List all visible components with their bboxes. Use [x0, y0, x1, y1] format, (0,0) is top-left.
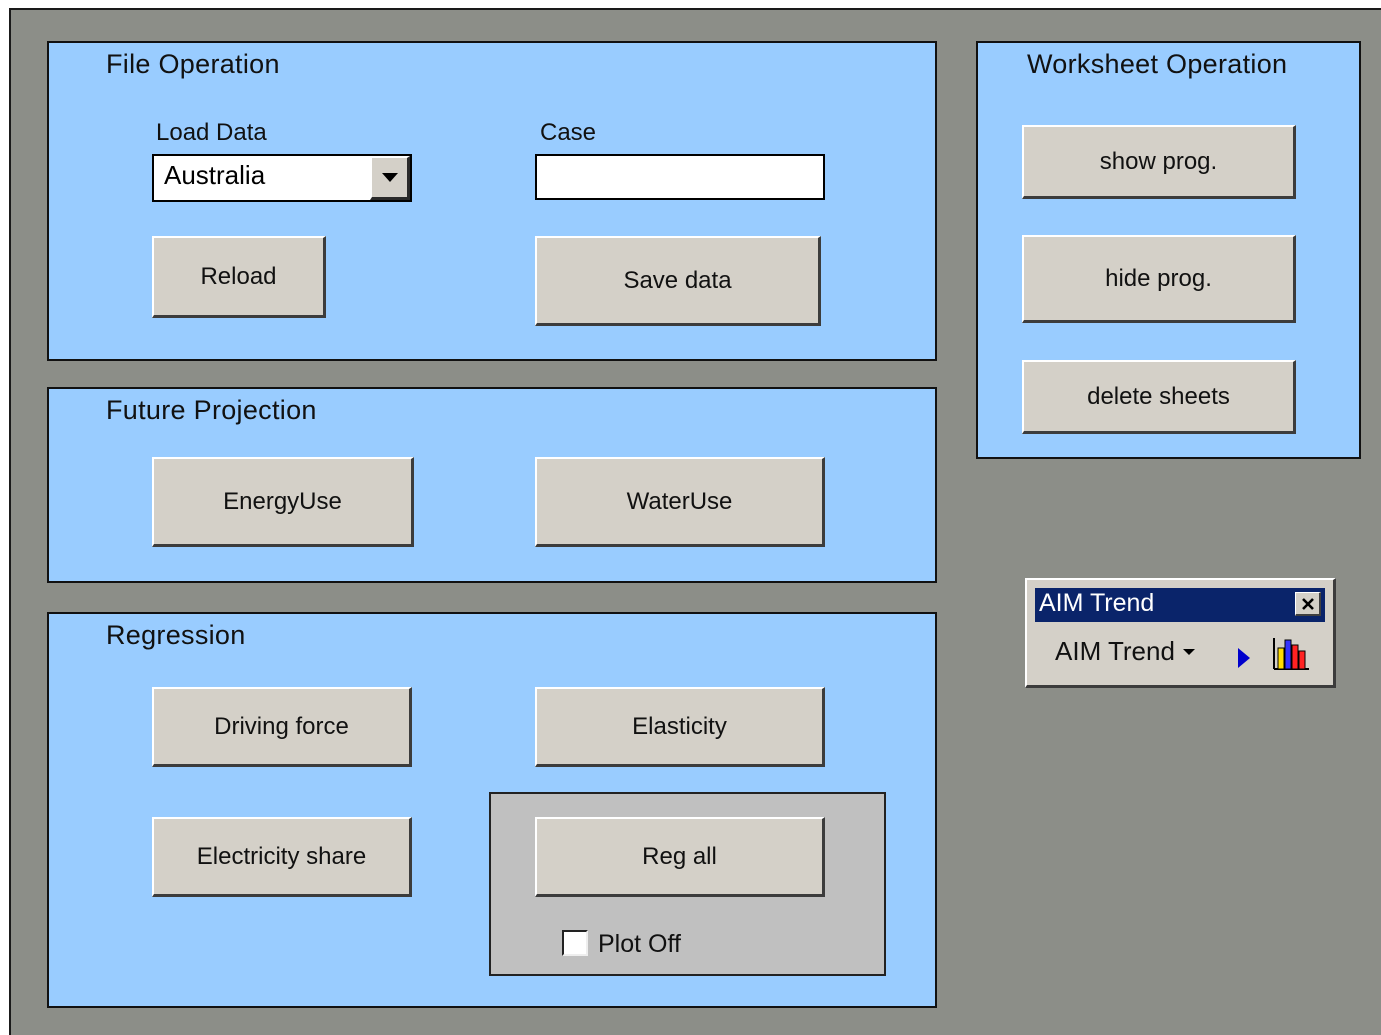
- load-data-dropdown[interactable]: Australia: [152, 154, 412, 202]
- regression-panel: Regression Driving force Elasticity Elec…: [47, 612, 937, 1008]
- toolbar-title: AIM Trend: [1039, 589, 1155, 617]
- worksheet-operation-title: Worksheet Operation: [1027, 49, 1288, 79]
- plot-off-label: Plot Off: [598, 930, 681, 958]
- elasticity-button[interactable]: Elasticity: [535, 687, 825, 767]
- aim-trend-menu[interactable]: AIM Trend: [1055, 636, 1195, 667]
- bar-chart-icon[interactable]: [1271, 636, 1311, 672]
- dropdown-arrow-icon[interactable]: [370, 156, 410, 200]
- load-data-label: Load Data: [156, 119, 267, 146]
- load-data-value: Australia: [164, 160, 266, 190]
- reg-all-group: Reg all Plot Off: [489, 792, 886, 976]
- save-data-button[interactable]: Save data: [535, 236, 821, 326]
- reload-button[interactable]: Reload: [152, 236, 326, 318]
- worksheet-operation-panel: Worksheet Operation show prog. hide prog…: [976, 41, 1361, 459]
- aim-trend-menu-label: AIM Trend: [1055, 636, 1175, 666]
- close-icon[interactable]: [1295, 592, 1321, 616]
- file-operation-panel: File Operation Load Data Australia Case …: [47, 41, 937, 361]
- case-input[interactable]: [535, 154, 825, 200]
- electricity-share-button[interactable]: Electricity share: [152, 817, 412, 897]
- regression-title: Regression: [106, 620, 246, 650]
- future-projection-panel: Future Projection EnergyUse WaterUse: [47, 387, 937, 583]
- toolbar-titlebar[interactable]: AIM Trend: [1035, 588, 1325, 622]
- water-use-button[interactable]: WaterUse: [535, 457, 825, 547]
- reg-all-button[interactable]: Reg all: [535, 817, 825, 897]
- future-projection-title: Future Projection: [106, 395, 317, 425]
- show-prog-button[interactable]: show prog.: [1022, 125, 1296, 199]
- hide-prog-button[interactable]: hide prog.: [1022, 235, 1296, 323]
- plot-off-checkbox[interactable]: [562, 930, 588, 956]
- file-operation-title: File Operation: [106, 49, 280, 79]
- driving-force-button[interactable]: Driving force: [152, 687, 412, 767]
- aim-trend-toolbar: AIM Trend AIM Trend: [1025, 578, 1336, 688]
- case-label: Case: [540, 119, 597, 146]
- delete-sheets-button[interactable]: delete sheets: [1022, 360, 1296, 434]
- play-arrow-icon[interactable]: [1238, 648, 1250, 668]
- worksheet-background: File Operation Load Data Australia Case …: [9, 8, 1381, 1035]
- energy-use-button[interactable]: EnergyUse: [152, 457, 414, 547]
- chevron-down-icon: [1182, 648, 1195, 656]
